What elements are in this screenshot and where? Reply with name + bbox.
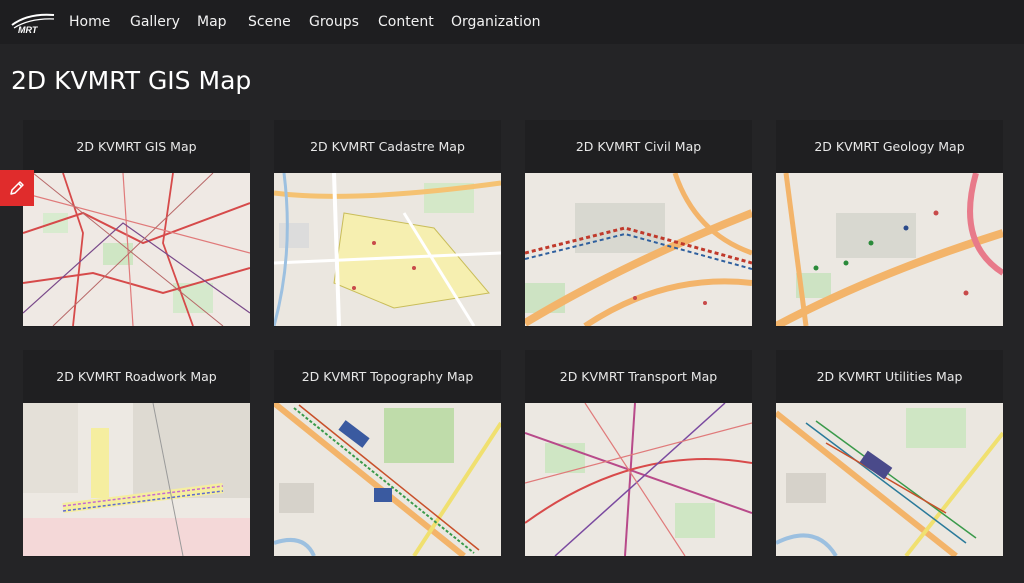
card-title[interactable]: 2D KVMRT Topography Map [274, 350, 501, 404]
card-title[interactable]: 2D KVMRT Utilities Map [776, 350, 1003, 404]
map-card-utilities[interactable]: 2D KVMRT Utilities Map [776, 350, 1003, 557]
map-thumbnail[interactable] [525, 173, 752, 326]
top-nav-bar: MRT Home Gallery Map Scene Groups Conten… [0, 0, 1024, 44]
card-title[interactable]: 2D KVMRT GIS Map [23, 120, 250, 174]
page-title: 2D KVMRT GIS Map [11, 66, 252, 95]
map-card-gis[interactable]: 2D KVMRT GIS Map [23, 120, 250, 327]
map-thumbnail[interactable] [23, 173, 250, 326]
map-thumbnail[interactable] [274, 173, 501, 326]
nav-content[interactable]: Content [378, 14, 434, 30]
card-title[interactable]: 2D KVMRT Civil Map [525, 120, 752, 174]
nav-home[interactable]: Home [69, 14, 110, 30]
card-title[interactable]: 2D KVMRT Geology Map [776, 120, 1003, 174]
card-title[interactable]: 2D KVMRT Cadastre Map [274, 120, 501, 174]
map-card-transport[interactable]: 2D KVMRT Transport Map [525, 350, 752, 557]
map-card-cadastre[interactable]: 2D KVMRT Cadastre Map [274, 120, 501, 327]
map-card-civil[interactable]: 2D KVMRT Civil Map [525, 120, 752, 327]
nav-groups[interactable]: Groups [309, 14, 359, 30]
mrt-logo[interactable]: MRT [10, 11, 56, 35]
nav-organization[interactable]: Organization [451, 14, 541, 30]
svg-text:MRT: MRT [18, 25, 39, 35]
map-thumbnail[interactable] [274, 403, 501, 556]
nav-gallery[interactable]: Gallery [130, 14, 180, 30]
nav-map[interactable]: Map [197, 14, 227, 30]
nav-scene[interactable]: Scene [248, 14, 291, 30]
map-card-roadwork[interactable]: 2D KVMRT Roadwork Map [23, 350, 250, 557]
pencil-icon [10, 181, 24, 195]
map-thumbnail[interactable] [776, 403, 1003, 556]
map-thumbnail[interactable] [776, 173, 1003, 326]
map-thumbnail[interactable] [23, 403, 250, 556]
card-title[interactable]: 2D KVMRT Roadwork Map [23, 350, 250, 404]
map-card-topography[interactable]: 2D KVMRT Topography Map [274, 350, 501, 557]
edit-tab[interactable] [0, 170, 34, 206]
card-title[interactable]: 2D KVMRT Transport Map [525, 350, 752, 404]
map-card-geology[interactable]: 2D KVMRT Geology Map [776, 120, 1003, 327]
map-thumbnail[interactable] [525, 403, 752, 556]
